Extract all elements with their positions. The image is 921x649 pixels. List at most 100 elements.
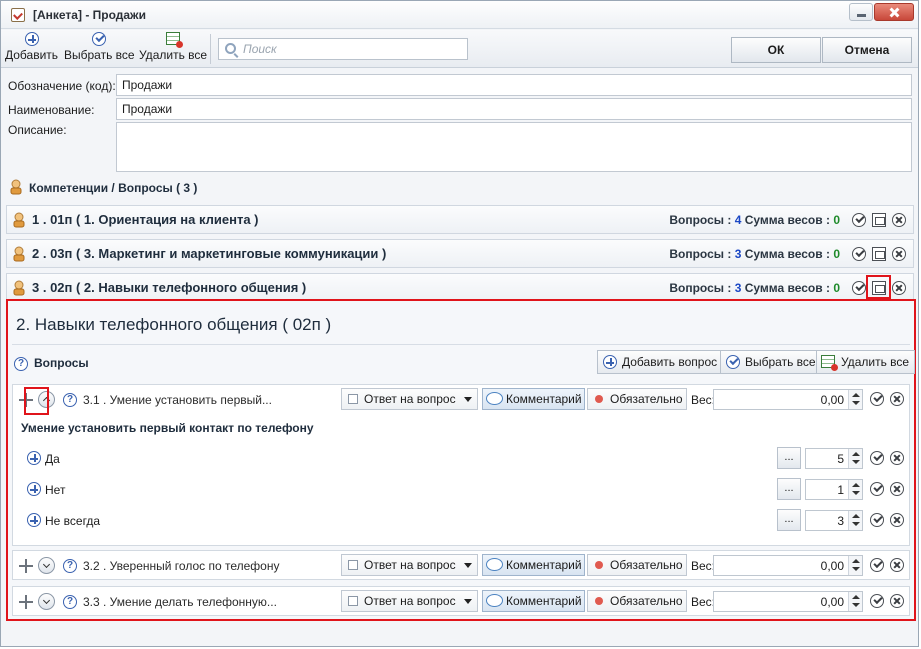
delete-icon[interactable] [890, 482, 904, 496]
competency-row[interactable]: 1 . 01п ( 1. Ориентация на клиента ) Воп… [6, 205, 914, 234]
answer-score-spinner[interactable]: 5 [805, 448, 863, 469]
person-icon [10, 179, 22, 195]
check-icon[interactable] [852, 281, 866, 295]
weight-spinner[interactable]: 0,00 [713, 389, 863, 410]
weight-spinner[interactable]: 0,00 [713, 591, 863, 612]
spinner-arrows-icon[interactable] [848, 511, 862, 530]
answer-score-spinner[interactable]: 3 [805, 510, 863, 531]
required-toggle[interactable]: Обязательно [587, 554, 687, 576]
checkbox-icon [348, 560, 358, 570]
check-icon[interactable] [852, 247, 866, 261]
delete-icon[interactable] [890, 558, 904, 572]
competency-row[interactable]: 2 . 03п ( 3. Маркетинг и маркетинговые к… [6, 239, 914, 268]
questions-label: Вопросы : [669, 213, 732, 227]
weight-spinner[interactable]: 0,00 [713, 555, 863, 576]
answer-text: Не всегда [45, 514, 101, 528]
required-label: Обязательно [610, 392, 683, 406]
delete-all-button[interactable]: Удалить все [139, 32, 207, 62]
answer-more-button[interactable]: ... [777, 447, 801, 469]
person-icon [13, 246, 25, 262]
spinner-arrows-icon[interactable] [848, 449, 862, 468]
select-all-button-label: Выбрать все [64, 48, 135, 62]
answer-type-dropdown[interactable]: Ответ на вопрос [341, 590, 478, 612]
delete-icon[interactable] [890, 451, 904, 465]
close-window-button[interactable] [874, 3, 914, 21]
delete-icon[interactable] [892, 281, 906, 295]
question-text: 3.2 . Уверенный голос по телефону [83, 559, 280, 573]
check-circle-icon [726, 355, 740, 369]
spinner-arrows-icon[interactable] [848, 556, 862, 575]
add-question-button[interactable]: Добавить вопрос [597, 350, 724, 374]
questions-count: 4 [734, 213, 742, 227]
checkbox-icon [348, 596, 358, 606]
spinner-arrows-icon[interactable] [848, 480, 862, 499]
expand-frame-icon[interactable] [872, 247, 886, 261]
expand-chevron-icon[interactable] [38, 593, 55, 610]
comment-toggle[interactable]: Комментарий [482, 554, 585, 576]
delete-icon[interactable] [890, 513, 904, 527]
code-field[interactable]: Продажи [116, 74, 912, 96]
delete-icon[interactable] [890, 392, 904, 406]
check-icon[interactable] [870, 451, 884, 465]
questions-count: 3 [734, 281, 742, 295]
competency-row-active[interactable]: 3 . 02п ( 2. Навыки телефонного общения … [6, 273, 914, 302]
check-icon[interactable] [870, 392, 884, 406]
help-icon: ? [14, 357, 28, 371]
add-button[interactable]: Добавить [5, 32, 58, 62]
comment-bubble-icon [486, 558, 503, 571]
table-delete-icon [821, 355, 838, 371]
question-card: ? 3.2 . Уверенный голос по телефону Отве… [12, 550, 910, 580]
search-input[interactable]: Поиск [218, 38, 468, 60]
move-icon[interactable] [19, 595, 33, 609]
comment-toggle[interactable]: Комментарий [482, 388, 585, 410]
competency-stats: Вопросы : 4 Сумма весов : 0 [669, 213, 840, 227]
dropdown-arrow-icon [464, 563, 472, 568]
comment-toggle[interactable]: Комментарий [482, 590, 585, 612]
answer-more-button[interactable]: ... [777, 509, 801, 531]
help-icon: ? [63, 595, 77, 609]
name-field[interactable]: Продажи [116, 98, 912, 120]
delete-icon[interactable] [892, 213, 906, 227]
required-dot-icon [595, 561, 603, 569]
required-toggle[interactable]: Обязательно [587, 590, 687, 612]
plus-circle-icon[interactable] [27, 482, 41, 496]
delete-icon[interactable] [892, 247, 906, 261]
answer-type-label: Ответ на вопрос [364, 558, 456, 572]
comment-bubble-icon [486, 594, 503, 607]
answer-more-button[interactable]: ... [777, 478, 801, 500]
plus-circle-icon[interactable] [27, 451, 41, 465]
check-icon[interactable] [852, 213, 866, 227]
answer-row: Да ... 5 [13, 444, 909, 472]
check-icon[interactable] [870, 594, 884, 608]
spinner-arrows-icon[interactable] [848, 390, 862, 409]
move-icon[interactable] [19, 559, 33, 573]
expand-frame-icon[interactable] [872, 213, 886, 227]
ok-button[interactable]: ОК [731, 37, 821, 63]
select-all-button[interactable]: Выбрать все [64, 32, 135, 62]
expand-chevron-icon[interactable] [38, 557, 55, 574]
minimize-button[interactable] [849, 3, 873, 21]
weights-sum: 0 [833, 213, 840, 227]
spinner-arrows-icon[interactable] [848, 592, 862, 611]
title-bar: [Анкета] - Продажи [1, 1, 918, 29]
comment-label: Комментарий [506, 594, 582, 608]
delete-icon[interactable] [890, 594, 904, 608]
plus-circle-icon[interactable] [27, 513, 41, 527]
select-all-questions-label: Выбрать все [745, 355, 816, 369]
delete-all-questions-label: Удалить все [841, 355, 910, 369]
delete-all-questions-button[interactable]: Удалить все [816, 350, 916, 374]
required-label: Обязательно [610, 594, 683, 608]
competency-title: 2 . 03п ( 3. Маркетинг и маркетинговые к… [32, 246, 387, 261]
description-field[interactable] [116, 122, 912, 172]
answer-type-dropdown[interactable]: Ответ на вопрос [341, 388, 478, 410]
check-icon[interactable] [870, 558, 884, 572]
weight-value: 0,00 [820, 393, 844, 407]
required-toggle[interactable]: Обязательно [587, 388, 687, 410]
answer-type-dropdown[interactable]: Ответ на вопрос [341, 554, 478, 576]
select-all-questions-button[interactable]: Выбрать все [720, 350, 822, 374]
check-icon[interactable] [870, 482, 884, 496]
competency-detail-panel: 2. Навыки телефонного общения ( 02п ) ? … [6, 299, 916, 621]
answer-score-spinner[interactable]: 1 [805, 479, 863, 500]
cancel-button[interactable]: Отмена [822, 37, 912, 63]
check-icon[interactable] [870, 513, 884, 527]
